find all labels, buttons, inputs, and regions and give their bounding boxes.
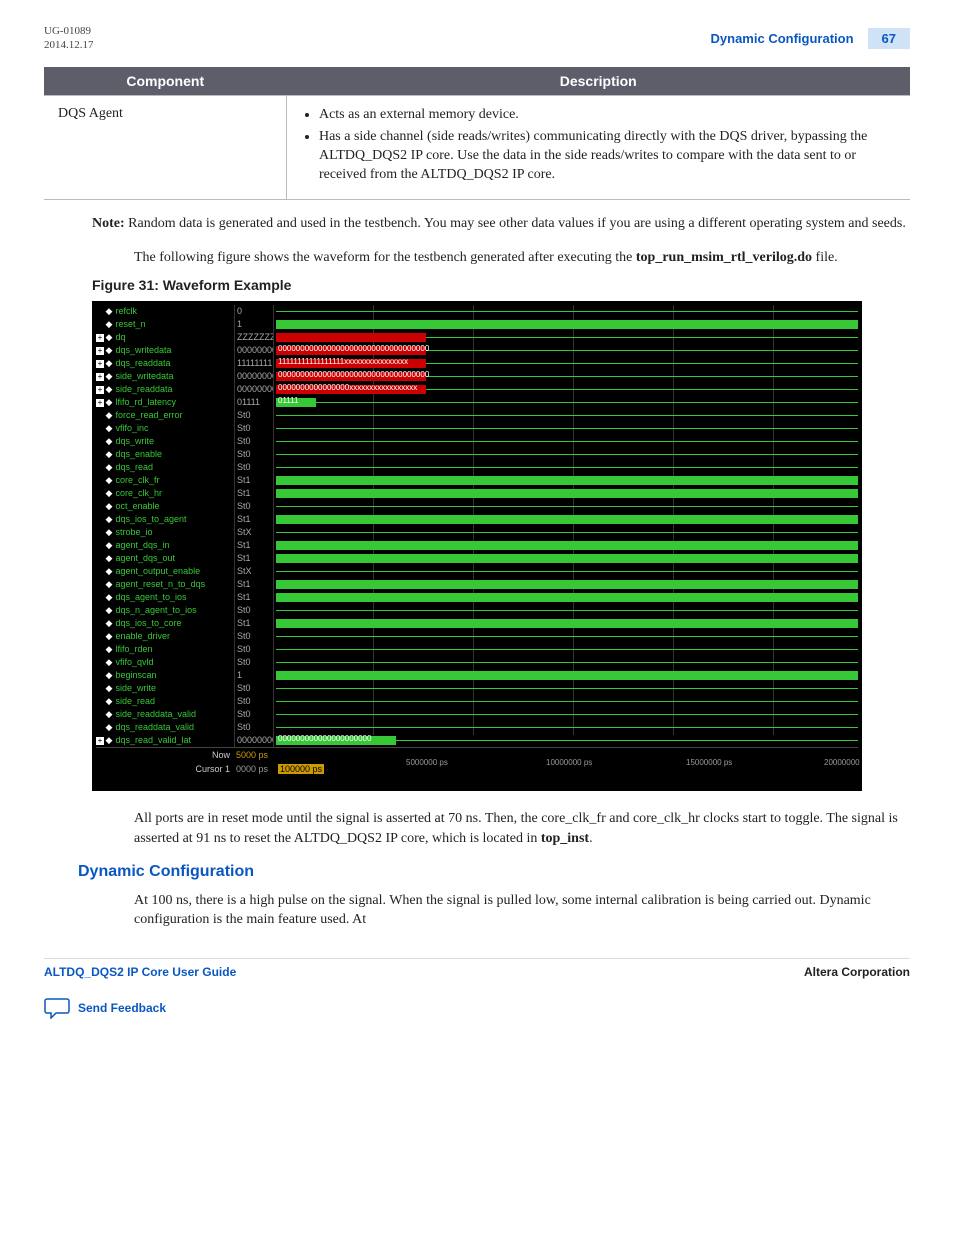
header-right: Dynamic Configuration 67 bbox=[711, 28, 910, 49]
timeline: Now 5000 ps Cursor 1 0000 ps 100000 ps 5… bbox=[96, 747, 858, 773]
dyn-config-paragraph: At 100 ns, there is a high pulse on the … bbox=[134, 891, 910, 930]
note-paragraph: Note: Random data is generated and used … bbox=[134, 214, 910, 234]
col-component: Component bbox=[44, 67, 286, 96]
doc-date: 2014.12.17 bbox=[44, 38, 94, 52]
doc-id: UG-01089 2014.12.17 bbox=[44, 24, 94, 53]
do-file: top_run_msim_rtl_verilog.do bbox=[636, 250, 812, 265]
tick-3: 15000000 ps bbox=[686, 758, 732, 767]
now-label: Now bbox=[96, 750, 234, 760]
note-label: Note: bbox=[92, 216, 125, 231]
tick-2: 10000000 ps bbox=[546, 758, 592, 767]
table-header-row: Component Description bbox=[44, 67, 910, 96]
feedback-icon bbox=[44, 997, 70, 1019]
component-table: Component Description DQS Agent Acts as … bbox=[44, 67, 910, 201]
top-inst: top_inst bbox=[541, 831, 589, 846]
section-title: Dynamic Configuration bbox=[711, 31, 854, 46]
reset-paragraph: All ports are in reset mode until the si… bbox=[134, 809, 910, 848]
intro-paragraph: The following figure shows the waveform … bbox=[134, 248, 910, 268]
section-heading: Dynamic Configuration bbox=[78, 863, 910, 881]
tick-1: 5000000 ps bbox=[406, 758, 448, 767]
ug-number: UG-01089 bbox=[44, 24, 94, 38]
table-row: DQS Agent Acts as an external memory dev… bbox=[44, 95, 910, 200]
cursor-value: 0000 ps bbox=[236, 764, 268, 774]
now-value: 5000 ps bbox=[236, 750, 268, 760]
cell-description: Acts as an external memory device. Has a… bbox=[286, 95, 910, 200]
col-description: Description bbox=[286, 67, 910, 96]
footer: ALTDQ_DQS2 IP Core User Guide Altera Cor… bbox=[44, 958, 910, 979]
waveform-viewer: ◆ refclk◆ reset_n+◆ dq+◆ dqs_writedata+◆… bbox=[92, 301, 862, 791]
signal-values: 01ZZZZZZZZ000000001111111100000000000000… bbox=[234, 305, 274, 747]
page-number: 67 bbox=[868, 28, 910, 49]
figure-caption: Figure 31: Waveform Example bbox=[92, 277, 910, 293]
note-text: Random data is generated and used in the… bbox=[125, 216, 906, 231]
send-feedback-link[interactable]: Send Feedback bbox=[78, 1001, 166, 1015]
cursor-time: 100000 ps bbox=[278, 764, 324, 774]
tick-4: 20000000 bbox=[824, 758, 860, 767]
guide-title: ALTDQ_DQS2 IP Core User Guide bbox=[44, 965, 236, 979]
feedback-row: Send Feedback bbox=[44, 997, 910, 1019]
page-header: UG-01089 2014.12.17 Dynamic Configuratio… bbox=[44, 24, 910, 53]
bullet-1: Acts as an external memory device. bbox=[319, 106, 896, 125]
cursor-label: Cursor 1 bbox=[96, 764, 234, 774]
corp-name: Altera Corporation bbox=[804, 965, 910, 979]
cell-component: DQS Agent bbox=[44, 95, 286, 200]
waveform-pane: 0000000000000000000000000000000000111111… bbox=[274, 305, 858, 735]
bullet-2: Has a side channel (side reads/writes) c… bbox=[319, 128, 896, 185]
signal-names: ◆ refclk◆ reset_n+◆ dq+◆ dqs_writedata+◆… bbox=[96, 305, 234, 747]
